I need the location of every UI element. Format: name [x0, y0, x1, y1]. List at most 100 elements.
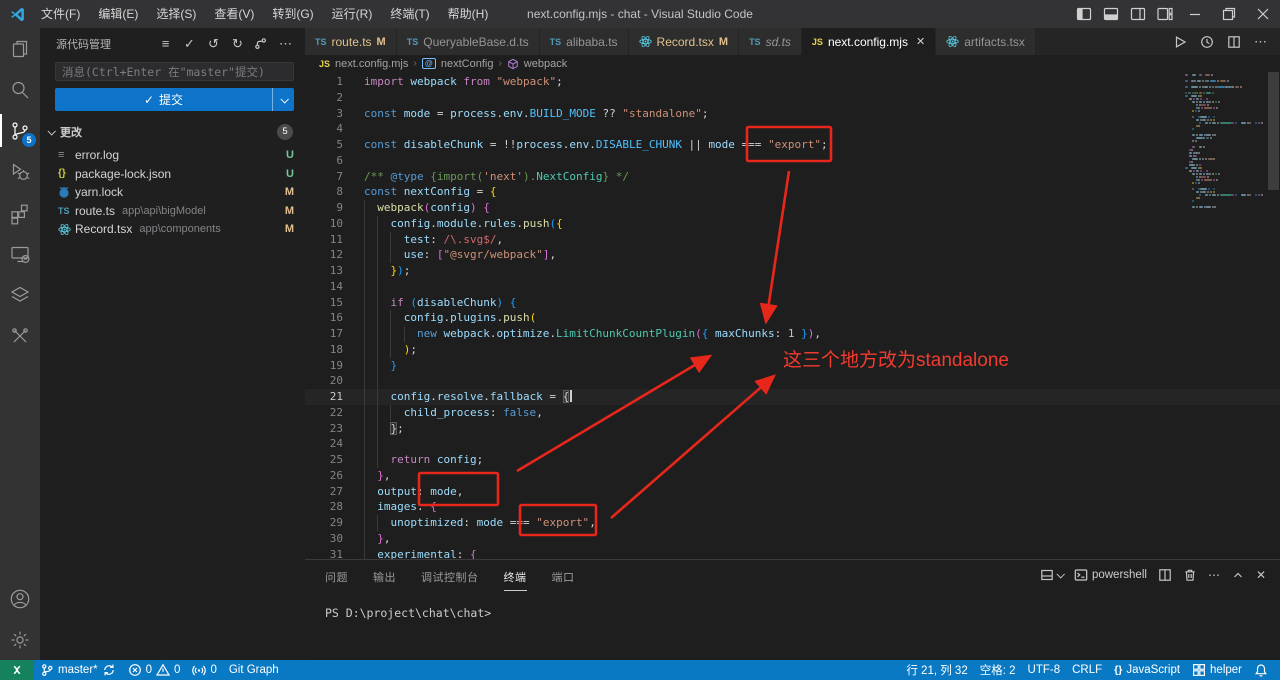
- code-line-14[interactable]: 14: [305, 279, 1280, 295]
- code-line-8[interactable]: 8const nextConfig = {: [305, 184, 1280, 200]
- code-line-12[interactable]: 12use: ["@svgr/webpack"],: [305, 247, 1280, 263]
- tab-next.config.mjs[interactable]: JSnext.config.mjs✕: [802, 28, 936, 55]
- layout-panel-icon[interactable]: [1097, 0, 1124, 28]
- activity-remote-explorer[interactable]: [0, 233, 40, 274]
- panel-tab-终端[interactable]: 终端: [504, 569, 527, 591]
- breadcrumb-item[interactable]: nextConfig: [441, 58, 494, 70]
- breadcrumb[interactable]: JSnext.config.mjs›@nextConfig›webpack: [305, 55, 1280, 72]
- code-line-1[interactable]: 1import webpack from "webpack";: [305, 74, 1280, 90]
- history-icon[interactable]: ↺: [206, 36, 221, 52]
- more-icon[interactable]: ⋯: [1254, 34, 1267, 50]
- chevron-up-icon[interactable]: [1231, 568, 1245, 582]
- tab-QueryableBase.d.ts[interactable]: TSQueryableBase.d.ts: [397, 28, 540, 55]
- code-line-2[interactable]: 2: [305, 90, 1280, 106]
- change-error.log[interactable]: ≡ error.log U: [40, 146, 305, 165]
- activity-source-control[interactable]: 5: [0, 110, 40, 151]
- code-line-22[interactable]: 22child_process: false,: [305, 405, 1280, 421]
- activity-run-and-debug[interactable]: [0, 151, 40, 192]
- change-Record.tsx[interactable]: Record.tsx app\components M: [40, 220, 305, 239]
- code-line-20[interactable]: 20: [305, 373, 1280, 389]
- graph-icon[interactable]: [254, 37, 269, 50]
- panel-tab-问题[interactable]: 问题: [325, 569, 348, 591]
- changes-section-header[interactable]: 更改 5: [40, 121, 305, 143]
- terminal-instance[interactable]: powershell: [1074, 568, 1147, 582]
- minimap[interactable]: [1183, 72, 1263, 560]
- commit-dropdown-button[interactable]: [272, 88, 294, 111]
- code-line-5[interactable]: 5const disableChunk = !!process.env.DISA…: [305, 137, 1280, 153]
- remote-indicator[interactable]: [0, 660, 34, 680]
- code-line-18[interactable]: 18);: [305, 342, 1280, 358]
- code-line-27[interactable]: 27output: mode,: [305, 484, 1280, 500]
- trash-icon[interactable]: [1183, 568, 1197, 582]
- code-line-7[interactable]: 7/** @type {import('next').NextConfig} *…: [305, 169, 1280, 185]
- terminal-prompt[interactable]: PS D:\project\chat\chat>: [325, 606, 491, 620]
- close-icon[interactable]: ✕: [1256, 568, 1266, 582]
- layout-customize-icon[interactable]: [1151, 0, 1178, 28]
- tab-sd.ts[interactable]: TSsd.ts: [739, 28, 802, 55]
- code-line-30[interactable]: 30},: [305, 531, 1280, 547]
- code-line-13[interactable]: 13});: [305, 263, 1280, 279]
- activity-explorer[interactable]: [0, 28, 40, 69]
- code-line-15[interactable]: 15if (disableChunk) {: [305, 295, 1280, 311]
- minimize-button[interactable]: [1178, 0, 1212, 28]
- menu-r[interactable]: 运行(R): [323, 0, 382, 28]
- code-line-9[interactable]: 9webpack(config) {: [305, 200, 1280, 216]
- panel-tab-端口[interactable]: 端口: [552, 569, 575, 591]
- commit-button[interactable]: ✓ 提交: [55, 88, 294, 111]
- code-line-21[interactable]: 21config.resolve.fallback = {: [305, 389, 1280, 405]
- breadcrumb-item[interactable]: next.config.mjs: [335, 58, 408, 70]
- activity-search[interactable]: [0, 69, 40, 110]
- notifications-bell[interactable]: [1248, 660, 1274, 680]
- menu-h[interactable]: 帮助(H): [439, 0, 498, 28]
- menu-v[interactable]: 查看(V): [205, 0, 263, 28]
- panel-tab-调试控制台[interactable]: 调试控制台: [421, 569, 479, 591]
- code-line-19[interactable]: 19}: [305, 358, 1280, 374]
- panel-tab-输出[interactable]: 输出: [373, 569, 396, 591]
- refresh-icon[interactable]: ↻: [230, 36, 245, 52]
- helper-extension[interactable]: helper: [1186, 660, 1248, 680]
- code-line-4[interactable]: 4: [305, 121, 1280, 137]
- change-yarn.lock[interactable]: yarn.lock M: [40, 183, 305, 202]
- breadcrumb-item[interactable]: webpack: [524, 58, 567, 70]
- code-line-25[interactable]: 25return config;: [305, 452, 1280, 468]
- close-button[interactable]: [1246, 0, 1280, 28]
- view-list-icon[interactable]: ≡: [158, 36, 173, 51]
- ports-status[interactable]: 0: [186, 660, 222, 680]
- history-icon[interactable]: [1200, 35, 1214, 49]
- code-line-16[interactable]: 16config.plugins.push(: [305, 310, 1280, 326]
- problems-status[interactable]: 00: [122, 660, 187, 680]
- change-package-lock.json[interactable]: {} package-lock.json U: [40, 165, 305, 184]
- activity-manage[interactable]: [0, 619, 40, 660]
- split-editor-icon[interactable]: [1227, 35, 1241, 49]
- layout-sidebar-right-icon[interactable]: [1124, 0, 1151, 28]
- more-icon[interactable]: ⋯: [1208, 568, 1220, 582]
- more-icon[interactable]: ⋯: [278, 36, 293, 52]
- code-editor[interactable]: 1import webpack from "webpack";23const m…: [305, 72, 1280, 560]
- language-mode[interactable]: {}JavaScript: [1108, 660, 1186, 680]
- check-icon[interactable]: ✓: [182, 36, 197, 52]
- code-line-3[interactable]: 3const mode = process.env.BUILD_MODE ?? …: [305, 106, 1280, 122]
- menu-f[interactable]: 文件(F): [32, 0, 89, 28]
- code-line-11[interactable]: 11test: /\.svg$/,: [305, 232, 1280, 248]
- commit-message-input[interactable]: [55, 62, 294, 81]
- code-line-28[interactable]: 28images: {: [305, 499, 1280, 515]
- menu-g[interactable]: 转到(G): [263, 0, 322, 28]
- play-icon[interactable]: [1173, 35, 1187, 49]
- eol[interactable]: CRLF: [1066, 660, 1108, 680]
- encoding[interactable]: UTF-8: [1022, 660, 1067, 680]
- panel-select-icon[interactable]: [1040, 568, 1063, 582]
- change-route.ts[interactable]: TS route.ts app\api\bigModel M: [40, 202, 305, 221]
- tab-route.ts[interactable]: TSroute.tsM: [305, 28, 397, 55]
- branch-status[interactable]: master*: [34, 660, 122, 680]
- menu-e[interactable]: 编辑(E): [89, 0, 147, 28]
- activity-extensions[interactable]: [0, 192, 40, 233]
- code-line-31[interactable]: 31experimental: {: [305, 547, 1280, 561]
- menu-s[interactable]: 选择(S): [147, 0, 205, 28]
- tab-close-icon[interactable]: ✕: [916, 35, 925, 48]
- code-line-29[interactable]: 29unoptimized: mode === "export",: [305, 515, 1280, 531]
- split-editor-icon[interactable]: [1158, 568, 1172, 582]
- menu-t[interactable]: 终端(T): [381, 0, 438, 28]
- layout-sidebar-left-icon[interactable]: [1070, 0, 1097, 28]
- activity-accounts[interactable]: [0, 578, 40, 619]
- cursor-position[interactable]: 行 21, 列 32: [900, 660, 973, 680]
